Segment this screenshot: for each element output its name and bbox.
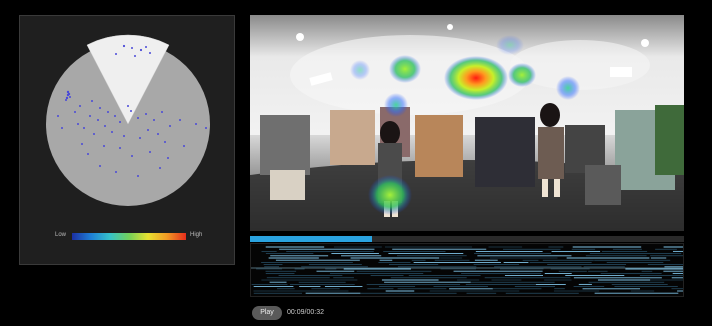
viewing-direction-panel: Low High	[19, 15, 235, 265]
playback-progress-fill	[250, 236, 372, 242]
video-frame	[250, 15, 684, 231]
viewer-timeline-lines	[251, 246, 683, 294]
video-viewport[interactable]	[250, 15, 684, 231]
legend-gradient	[72, 233, 186, 240]
playback-progress-bar[interactable]	[250, 236, 684, 242]
play-button[interactable]: Play	[252, 306, 282, 320]
viewer-timeline	[250, 243, 684, 297]
legend-low-label: Low	[55, 232, 67, 238]
time-display: 00:09/00:32	[287, 309, 324, 316]
viewing-direction-map	[46, 34, 210, 206]
heat-legend: Low High	[20, 230, 236, 244]
legend-high-label: High	[190, 232, 203, 238]
